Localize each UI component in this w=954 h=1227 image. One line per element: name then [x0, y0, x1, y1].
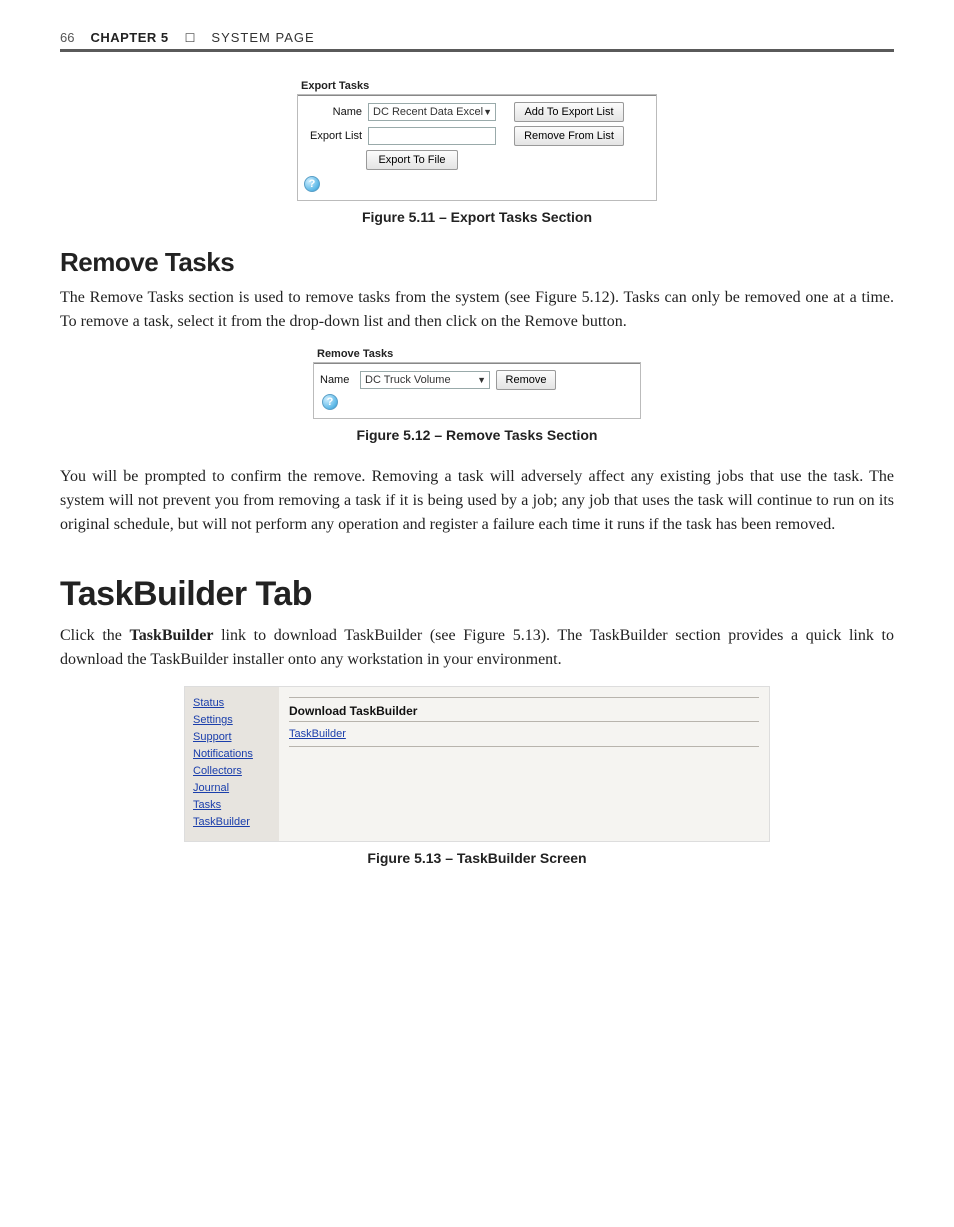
taskbuilder-tab-heading: TaskBuilder Tab: [60, 575, 894, 614]
name-label: Name: [320, 374, 354, 386]
figure-513-caption: Figure 5.13 – TaskBuilder Screen: [367, 850, 586, 866]
help-icon[interactable]: ?: [304, 176, 320, 192]
figure-512-caption: Figure 5.12 – Remove Tasks Section: [357, 427, 598, 443]
export-tasks-panel-title: Export Tasks: [301, 80, 657, 92]
remove-tasks-figure: Remove Tasks Name DC Truck Volume ▼ Remo…: [313, 348, 641, 419]
sidebar-item-settings[interactable]: Settings: [193, 714, 271, 726]
tb-para-bold: TaskBuilder: [130, 627, 214, 644]
remove-name-select[interactable]: DC Truck Volume ▼: [360, 371, 490, 389]
tb-para-pre: Click the: [60, 627, 130, 644]
page-header: 66 CHAPTER 5 ☐ SYSTEM PAGE: [60, 30, 894, 45]
download-taskbuilder-title: Download TaskBuilder: [289, 704, 759, 718]
post-remove-paragraph: You will be prompted to confirm the remo…: [60, 465, 894, 537]
sidebar-item-journal[interactable]: Journal: [193, 782, 271, 794]
name-label: Name: [304, 106, 362, 118]
help-icon[interactable]: ?: [322, 394, 338, 410]
remove-name-value: DC Truck Volume: [365, 374, 451, 386]
taskbuilder-download-link[interactable]: TaskBuilder: [289, 728, 346, 740]
remove-button[interactable]: Remove: [496, 370, 556, 390]
sidebar-item-collectors[interactable]: Collectors: [193, 765, 271, 777]
sidebar-item-tasks[interactable]: Tasks: [193, 799, 271, 811]
taskbuilder-main: Download TaskBuilder TaskBuilder: [279, 687, 769, 841]
taskbuilder-paragraph: Click the TaskBuilder link to download T…: [60, 624, 894, 672]
taskbuilder-figure: Status Settings Support Notifications Co…: [184, 686, 770, 842]
page-number: 66: [60, 30, 74, 45]
sidebar-item-support[interactable]: Support: [193, 731, 271, 743]
chapter-title: SYSTEM PAGE: [211, 30, 314, 45]
export-to-file-button[interactable]: Export To File: [366, 150, 458, 170]
figure-511-caption: Figure 5.11 – Export Tasks Section: [362, 209, 592, 225]
export-list-select[interactable]: [368, 127, 496, 145]
sidebar-item-status[interactable]: Status: [193, 697, 271, 709]
taskbuilder-sidebar: Status Settings Support Notifications Co…: [185, 687, 279, 841]
chevron-down-icon: ▼: [483, 107, 492, 117]
sidebar-item-notifications[interactable]: Notifications: [193, 748, 271, 760]
chapter-label: CHAPTER 5: [90, 30, 168, 45]
sidebar-item-taskbuilder[interactable]: TaskBuilder: [193, 816, 271, 828]
remove-tasks-paragraph: The Remove Tasks section is used to remo…: [60, 286, 894, 334]
chapter-separator: ☐: [185, 31, 196, 45]
export-list-label: Export List: [304, 130, 362, 142]
header-divider: [60, 49, 894, 52]
name-select-value: DC Recent Data Excel: [373, 106, 483, 118]
remove-tasks-heading: Remove Tasks: [60, 247, 894, 278]
add-to-export-list-button[interactable]: Add To Export List: [514, 102, 624, 122]
name-select[interactable]: DC Recent Data Excel ▼: [368, 103, 496, 121]
export-tasks-figure: Export Tasks Name DC Recent Data Excel ▼…: [297, 80, 657, 201]
remove-from-list-button[interactable]: Remove From List: [514, 126, 624, 146]
chevron-down-icon: ▼: [477, 375, 486, 385]
remove-tasks-panel-title: Remove Tasks: [317, 348, 641, 360]
